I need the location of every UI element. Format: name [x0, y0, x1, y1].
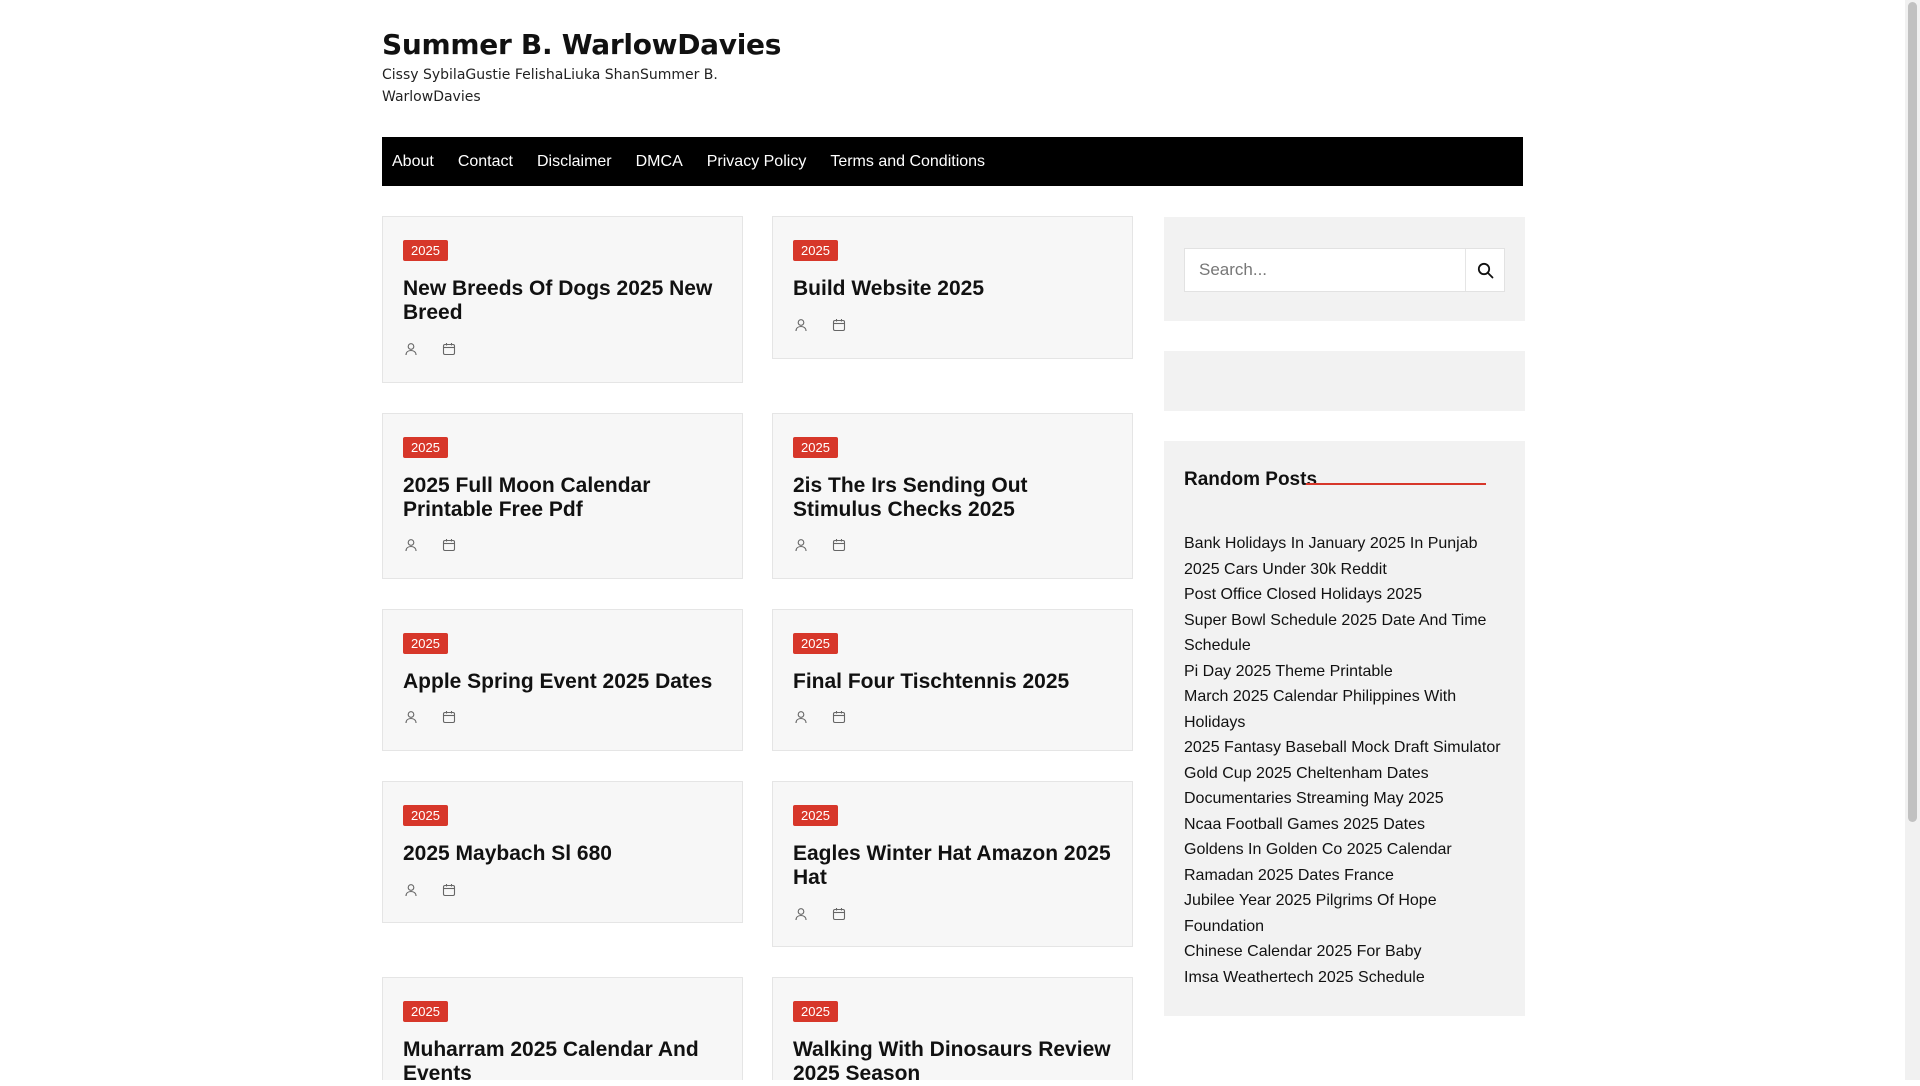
random-post-link[interactable]: Chinese Calendar 2025 For Baby [1184, 939, 1509, 965]
post-meta [793, 906, 847, 922]
main-nav: About Contact Disclaimer DMCA Privacy Po… [382, 137, 1523, 186]
post-card: 2025 Walking With Dinosaurs Review 2025 … [772, 977, 1133, 1085]
empty-widget [1164, 351, 1525, 411]
user-icon[interactable] [793, 537, 809, 553]
page-scrollbar[interactable] [1905, 0, 1920, 1080]
user-icon[interactable] [403, 341, 419, 357]
random-post-link[interactable]: 2025 Fantasy Baseball Mock Draft Simulat… [1184, 735, 1509, 761]
post-meta [403, 341, 457, 357]
post-title[interactable]: Muharram 2025 Calendar And Events [403, 1038, 728, 1086]
nav-item-about[interactable]: About [382, 137, 446, 186]
user-icon[interactable] [793, 317, 809, 333]
category-badge[interactable]: 2025 [793, 1001, 838, 1022]
post-title[interactable]: Walking With Dinosaurs Review 2025 Seaso… [793, 1038, 1118, 1086]
random-post-link[interactable]: Post Office Closed Holidays 2025 [1184, 582, 1509, 608]
user-icon[interactable] [793, 906, 809, 922]
search-widget [1164, 217, 1525, 321]
post-meta [793, 537, 847, 553]
post-card: 2025 New Breeds Of Dogs 2025 New Breed [382, 216, 743, 383]
user-icon[interactable] [403, 709, 419, 725]
nav-item-terms[interactable]: Terms and Conditions [818, 137, 997, 186]
user-icon[interactable] [403, 537, 419, 553]
post-title[interactable]: Eagles Winter Hat Amazon 2025 Hat [793, 842, 1118, 890]
random-post-link[interactable]: Jubilee Year 2025 Pilgrims Of Hope Found… [1184, 888, 1509, 939]
calendar-icon[interactable] [831, 537, 847, 553]
random-post-link[interactable]: Super Bowl Schedule 2025 Date And Time S… [1184, 608, 1509, 659]
site-description: Cissy SybilaGustie FelishaLiuka ShanSumm… [382, 67, 718, 105]
post-meta [793, 709, 847, 725]
category-badge[interactable]: 2025 [793, 805, 838, 826]
random-post-link[interactable]: Gold Cup 2025 Cheltenham Dates [1184, 761, 1509, 787]
calendar-icon[interactable] [441, 341, 457, 357]
random-post-link[interactable]: Documentaries Streaming May 2025 [1184, 786, 1509, 812]
random-post-link[interactable]: Imsa Weathertech 2025 Schedule [1184, 965, 1509, 991]
user-icon[interactable] [403, 882, 419, 898]
nav-item-dmca[interactable]: DMCA [624, 137, 695, 186]
random-post-link[interactable]: 2025 Cars Under 30k Reddit [1184, 557, 1509, 583]
post-meta [403, 709, 457, 725]
scrollbar-thumb[interactable] [1908, 2, 1917, 822]
post-card: 2025 Final Four Tischtennis 2025 [772, 609, 1133, 751]
calendar-icon[interactable] [831, 709, 847, 725]
site-title[interactable]: Summer B. WarlowDavies [382, 28, 781, 61]
category-badge[interactable]: 2025 [403, 437, 448, 458]
post-meta [403, 882, 457, 898]
random-post-link[interactable]: Bank Holidays In January 2025 In Punjab [1184, 531, 1509, 557]
random-posts-widget: Random Posts Bank Holidays In January 20… [1164, 441, 1525, 1016]
calendar-icon[interactable] [441, 537, 457, 553]
category-badge[interactable]: 2025 [793, 437, 838, 458]
post-title[interactable]: 2025 Full Moon Calendar Printable Free P… [403, 474, 728, 522]
post-title[interactable]: 2is The Irs Sending Out Stimulus Checks … [793, 474, 1118, 522]
nav-item-privacy-policy[interactable]: Privacy Policy [695, 137, 819, 186]
search-icon [1477, 262, 1493, 278]
post-title[interactable]: Build Website 2025 [793, 277, 1118, 301]
calendar-icon[interactable] [831, 317, 847, 333]
search-form [1184, 248, 1505, 292]
random-post-link[interactable]: Ramadan 2025 Dates France [1184, 863, 1509, 889]
post-card: 2025 2is The Irs Sending Out Stimulus Ch… [772, 413, 1133, 579]
widget-title: Random Posts [1184, 469, 1318, 490]
random-post-link[interactable]: Pi Day 2025 Theme Printable [1184, 659, 1509, 685]
random-post-link[interactable]: Goldens In Golden Co 2025 Calendar [1184, 837, 1509, 863]
category-badge[interactable]: 2025 [793, 240, 838, 261]
post-card: 2025 Build Website 2025 [772, 216, 1133, 359]
calendar-icon[interactable] [441, 709, 457, 725]
post-meta [793, 317, 847, 333]
search-button[interactable] [1465, 249, 1504, 291]
post-card: 2025 Apple Spring Event 2025 Dates [382, 609, 743, 751]
category-badge[interactable]: 2025 [403, 240, 448, 261]
search-input[interactable] [1185, 249, 1465, 291]
nav-item-contact[interactable]: Contact [446, 137, 525, 186]
post-title[interactable]: Apple Spring Event 2025 Dates [403, 670, 728, 694]
calendar-icon[interactable] [441, 882, 457, 898]
user-icon[interactable] [793, 709, 809, 725]
post-card: 2025 Muharram 2025 Calendar And Events [382, 977, 743, 1085]
post-card: 2025 2025 Full Moon Calendar Printable F… [382, 413, 743, 579]
post-title[interactable]: 2025 Maybach Sl 680 [403, 842, 728, 866]
calendar-icon[interactable] [831, 906, 847, 922]
post-card: 2025 2025 Maybach Sl 680 [382, 781, 743, 923]
post-title[interactable]: New Breeds Of Dogs 2025 New Breed [403, 277, 728, 325]
post-title[interactable]: Final Four Tischtennis 2025 [793, 670, 1118, 694]
widget-title-underline [1306, 483, 1486, 485]
nav-item-disclaimer[interactable]: Disclaimer [525, 137, 624, 186]
post-card: 2025 Eagles Winter Hat Amazon 2025 Hat [772, 781, 1133, 947]
post-meta [403, 537, 457, 553]
random-post-link[interactable]: March 2025 Calendar Philippines With Hol… [1184, 684, 1509, 735]
random-posts-list: Bank Holidays In January 2025 In Punjab … [1184, 531, 1509, 990]
category-badge[interactable]: 2025 [403, 633, 448, 654]
category-badge[interactable]: 2025 [403, 805, 448, 826]
random-post-link[interactable]: Ncaa Football Games 2025 Dates [1184, 812, 1509, 838]
category-badge[interactable]: 2025 [403, 1001, 448, 1022]
category-badge[interactable]: 2025 [793, 633, 838, 654]
